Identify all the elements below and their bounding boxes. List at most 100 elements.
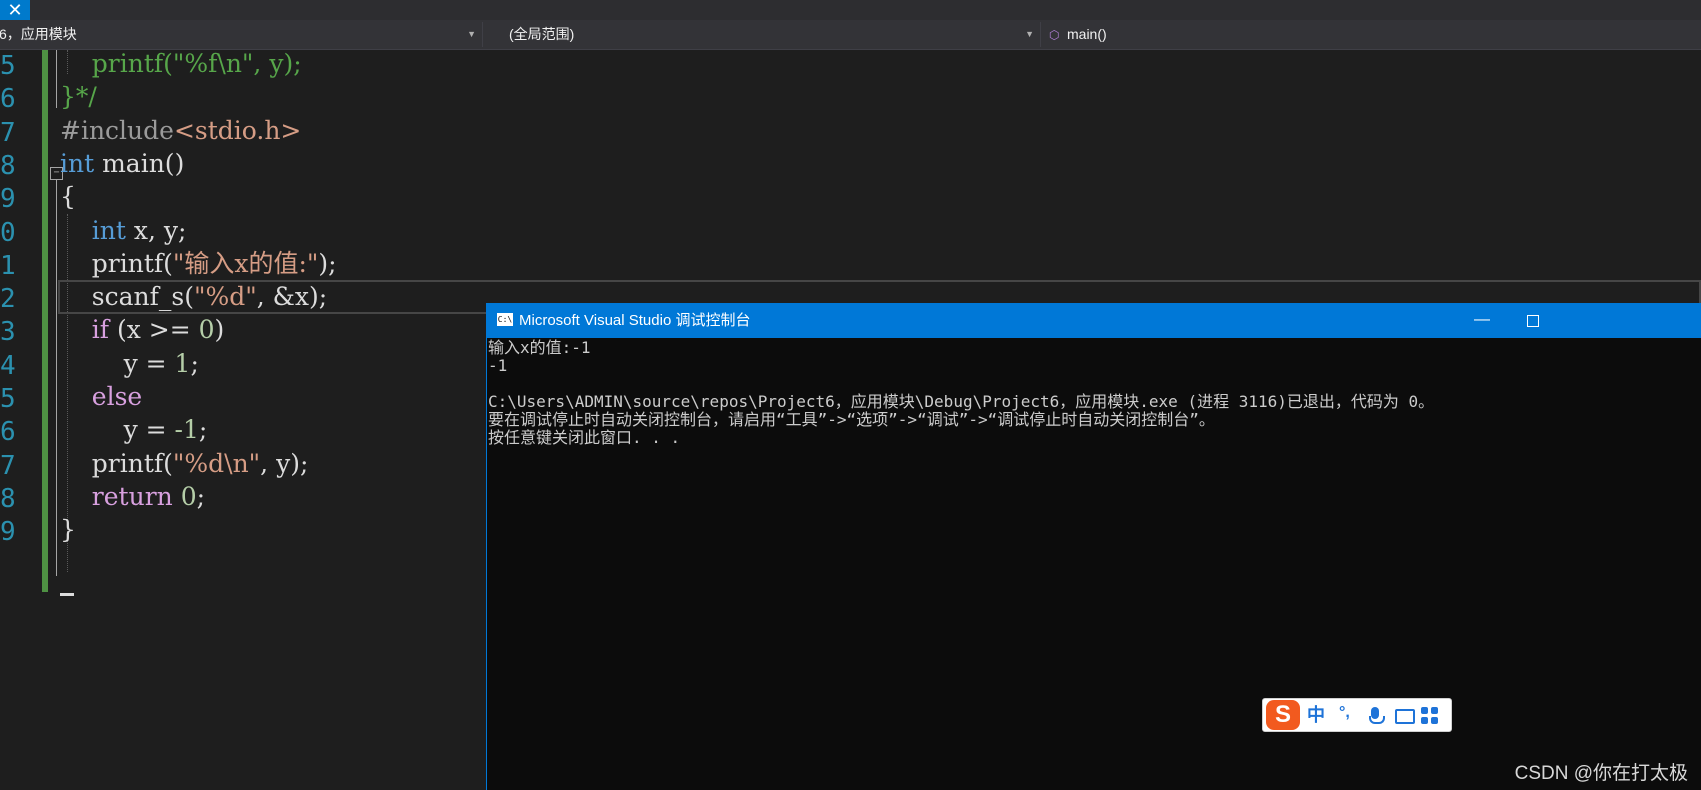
code-token: main() xyxy=(94,148,185,178)
code-token: ; xyxy=(198,415,208,445)
code-token: #include xyxy=(60,115,174,145)
code-token: ; xyxy=(190,348,199,378)
code-line: scanf_s("%d", &x); xyxy=(60,279,327,315)
line-number: 8 xyxy=(0,150,16,181)
code-token: (x >= xyxy=(109,315,199,345)
outline-line xyxy=(56,180,57,576)
code-line: y = 1; xyxy=(60,346,199,382)
line-number: 5 xyxy=(0,51,16,81)
code-token: else xyxy=(91,382,143,411)
console-title: Microsoft Visual Studio 调试控制台 xyxy=(519,312,751,329)
line-number: 7 xyxy=(0,117,16,148)
console-line: C:\Users\ADMIN\source\repos\Project6，应用模… xyxy=(488,392,1435,411)
keyboard-icon[interactable] xyxy=(1395,709,1415,724)
line-number: 6 xyxy=(0,417,16,448)
project-dropdown-value: 6，应用模块 xyxy=(0,26,77,42)
console-line: 要在调试停止时自动关闭控制台，请启用“工具”->“选项”->“调试”->“调试停… xyxy=(488,410,1215,429)
line-number: 7 xyxy=(0,450,16,481)
line-number: 2 xyxy=(0,284,16,315)
code-token: int xyxy=(60,148,95,178)
line-number: 1 xyxy=(0,250,16,281)
debug-console-window[interactable]: C:\ Microsoft Visual Studio 调试控制台 — 输入x的… xyxy=(486,303,1701,790)
code-token: "%d\n" xyxy=(172,448,261,478)
code-line: else xyxy=(60,379,142,415)
console-app-icon: C:\ xyxy=(497,313,513,326)
line-number: 9 xyxy=(0,517,16,548)
sogou-logo-icon[interactable]: S xyxy=(1266,700,1300,730)
line-number: 8 xyxy=(0,483,16,514)
code-token: ) xyxy=(214,315,225,345)
scope-dropdown-value: (全局范围) xyxy=(509,26,575,42)
code-token: ; xyxy=(196,481,206,511)
line-number: 0 xyxy=(0,217,16,248)
document-tab-strip: ✕ xyxy=(0,0,1701,20)
code-token: return xyxy=(91,481,173,511)
apps-icon[interactable] xyxy=(1421,707,1439,725)
code-line: } xyxy=(60,512,76,548)
chevron-down-icon: ▼ xyxy=(467,29,476,39)
line-number: 9 xyxy=(0,184,16,215)
ime-mode-toggle[interactable]: 中 xyxy=(1307,699,1325,731)
code-line: printf("%d\n", y); xyxy=(60,446,309,482)
console-line: 按任意键关闭此窗口. . . xyxy=(488,428,681,447)
code-line: int x, y; xyxy=(60,213,187,249)
code-token: printf("%f\n", y); xyxy=(91,49,302,78)
code-line: { xyxy=(60,179,76,215)
code-line: }*/ xyxy=(60,79,97,115)
code-token: int xyxy=(91,215,126,245)
code-token: -1 xyxy=(174,415,199,445)
line-number: 4 xyxy=(0,350,16,381)
chevron-down-icon: ▼ xyxy=(1025,29,1034,39)
code-line: y = -1; xyxy=(60,412,208,448)
code-line: return 0; xyxy=(60,479,205,515)
code-line: printf("%f\n", y); xyxy=(60,46,302,82)
code-token: , y); xyxy=(260,448,309,478)
code-token: y = xyxy=(60,415,175,445)
change-tracking-bar xyxy=(42,50,48,592)
code-token: printf( xyxy=(60,448,173,478)
console-output: 输入x的值:-1 -1 C:\Users\ADMIN\source\repos\Pr… xyxy=(488,339,1688,447)
line-number: 3 xyxy=(0,317,16,348)
line-number: 5 xyxy=(0,384,16,414)
scope-dropdown[interactable]: (全局范围) ▼ xyxy=(487,22,1041,47)
code-token: "%d" xyxy=(193,282,257,312)
punctuation-toggle[interactable]: °, xyxy=(1339,699,1350,727)
code-token: 1 xyxy=(174,348,191,378)
close-tab-icon[interactable]: ✕ xyxy=(0,0,30,20)
ime-toolbar[interactable]: S 中 °, xyxy=(1262,698,1452,732)
outline-line xyxy=(56,50,57,108)
code-token: } xyxy=(60,515,76,545)
code-token: "输入x的值:" xyxy=(172,248,319,278)
function-dropdown-value: main() xyxy=(1067,26,1107,42)
console-line: -1 xyxy=(488,356,508,375)
console-line: 输入x的值:-1 xyxy=(488,338,591,357)
function-dropdown[interactable]: ⬡ main() xyxy=(1043,22,1701,47)
code-token: ); xyxy=(318,248,337,278)
code-token: x, y; xyxy=(125,215,187,245)
code-token: <stdio.h> xyxy=(173,115,302,145)
maximize-button[interactable] xyxy=(1527,315,1539,327)
line-number: 6 xyxy=(0,84,16,115)
code-line: printf("输入x的值:"); xyxy=(60,246,337,282)
cube-icon: ⬡ xyxy=(1049,28,1060,42)
code-token: printf( xyxy=(60,248,173,278)
code-line: int main() xyxy=(60,146,184,182)
code-token: scanf_s( xyxy=(60,282,194,312)
code-token: 0 xyxy=(198,315,215,345)
code-token: , &x); xyxy=(256,282,328,312)
text-caret xyxy=(60,593,74,596)
code-token: 0 xyxy=(180,481,197,511)
code-token: if xyxy=(91,315,110,345)
watermark: CSDN @你在打太极 xyxy=(1514,763,1688,784)
console-titlebar[interactable]: C:\ Microsoft Visual Studio 调试控制台 — xyxy=(487,303,1701,338)
code-token: }*/ xyxy=(60,82,97,112)
minimize-button[interactable]: — xyxy=(1467,303,1497,336)
project-dropdown[interactable]: 6，应用模块 ▼ xyxy=(0,22,483,47)
